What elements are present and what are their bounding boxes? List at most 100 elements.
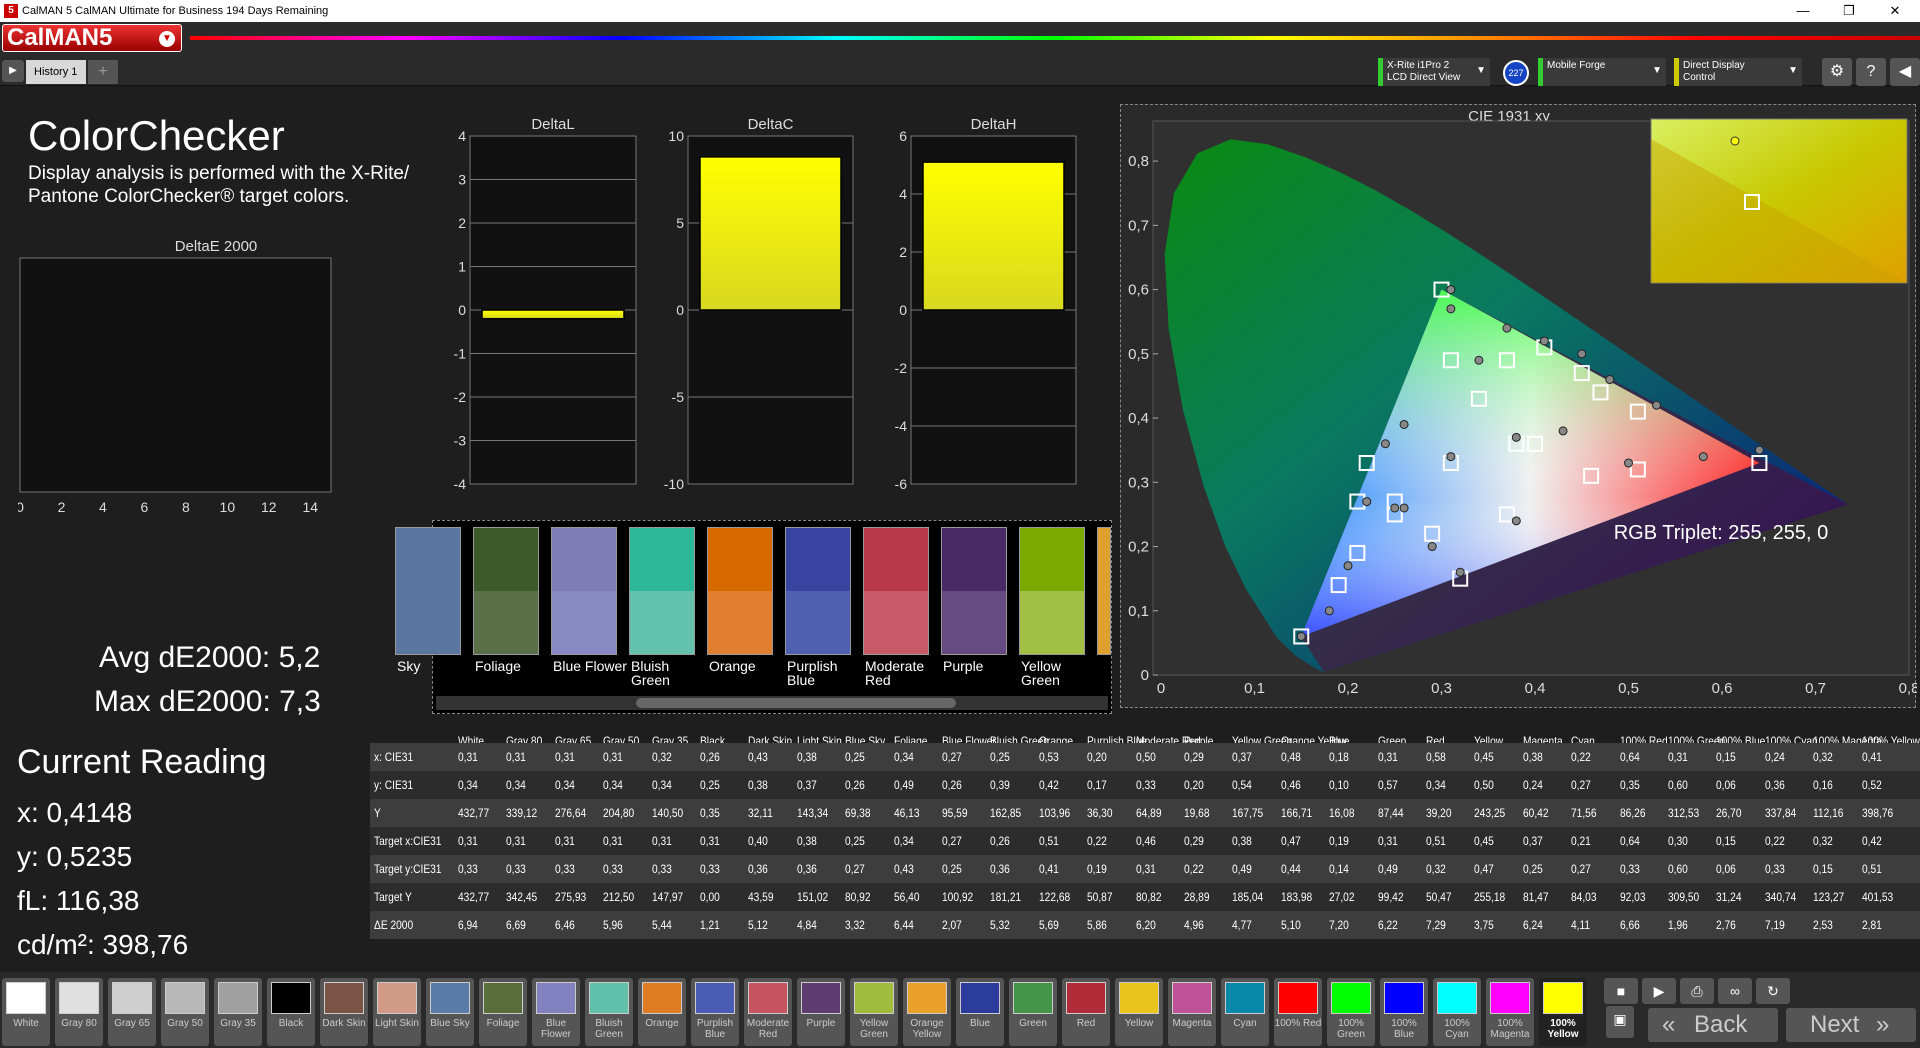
swatch-target	[864, 591, 928, 654]
bottom-swatch-button[interactable]: Gray 80	[55, 978, 103, 1046]
bottom-swatch-button[interactable]: Blue	[956, 978, 1004, 1046]
scrollbar-thumb[interactable]	[636, 698, 956, 708]
pause-icon[interactable]: ▣	[1606, 1006, 1634, 1038]
color-swatch[interactable]	[707, 527, 773, 655]
close-button[interactable]: ✕	[1872, 0, 1918, 22]
bottom-swatch-button[interactable]: Blue Flower	[532, 978, 580, 1046]
bottom-swatch-button[interactable]: 100% Blue	[1380, 978, 1428, 1046]
help-icon[interactable]: ?	[1856, 58, 1886, 86]
bottom-swatch-button[interactable]: Dark Skin	[320, 978, 368, 1046]
loop-icon[interactable]: ∞	[1718, 978, 1752, 1004]
color-swatch[interactable]	[1019, 527, 1085, 655]
swatch-scrollbar[interactable]	[436, 696, 1108, 710]
x-tick-label: 2	[58, 499, 66, 515]
table-cell: 143,34	[796, 806, 828, 820]
bottom-swatch-button[interactable]: Purplish Blue	[691, 978, 739, 1046]
meter-count-badge[interactable]: 227	[1503, 60, 1529, 86]
play-icon[interactable]: ▶	[2, 60, 24, 82]
display-selector[interactable]: Direct Display Control ▼	[1674, 58, 1802, 86]
table-cell: 95,59	[942, 806, 968, 820]
bottom-swatch-button[interactable]: Gray 50	[161, 978, 209, 1046]
cie-1931-chart: CIE 1931 xy 0 0,1 0,2 0,3 0,4 0,5 0,6 0,7 0,800,…	[1128, 108, 1919, 697]
swatch-label: Yellow Green	[1021, 658, 1061, 688]
color-swatch[interactable]	[629, 527, 695, 655]
save-icon[interactable]: ⎙	[1680, 978, 1714, 1004]
swatch-color	[1490, 982, 1530, 1014]
settings-gear-icon[interactable]: ⚙	[1822, 58, 1852, 86]
play-icon[interactable]: ▶	[1642, 978, 1676, 1004]
stop-icon[interactable]: ■	[1604, 978, 1638, 1004]
swatch-label: 100% Magenta	[1490, 1018, 1530, 1040]
bottom-swatch-button[interactable]: Gray 65	[108, 978, 156, 1046]
bottom-swatch-button[interactable]: Orange	[638, 978, 686, 1046]
add-tab-button[interactable]: +	[88, 60, 118, 84]
bottom-swatch-button[interactable]: Black	[267, 978, 315, 1046]
calman-logo-menu[interactable]: CalMAN5 ▼	[2, 24, 182, 52]
bottom-swatch-button[interactable]: Bluish Green	[585, 978, 633, 1046]
measured-point	[1446, 304, 1456, 314]
bottom-swatch-button[interactable]: 100% Green	[1327, 978, 1375, 1046]
y-tick-label: 0	[458, 302, 466, 318]
swatch-color	[6, 982, 46, 1014]
bottom-swatch-button[interactable]: 100% Magenta	[1486, 978, 1534, 1046]
bottom-swatch-button[interactable]: Yellow Green	[850, 978, 898, 1046]
x-tick-label: 0,3	[1431, 680, 1452, 697]
chart-title: DeltaC	[748, 116, 794, 133]
table-cell: 6,66	[1619, 918, 1640, 932]
bottom-swatch-button[interactable]: Blue Sky	[426, 978, 474, 1046]
table-cell: 0,29	[1184, 750, 1204, 764]
restore-button[interactable]: ❐	[1826, 0, 1872, 22]
bottom-swatch-button[interactable]: 100% Yellow	[1539, 978, 1587, 1046]
swatch-color	[1384, 982, 1424, 1014]
reading-y: y: 0,5235	[17, 841, 133, 872]
inset-measured-point	[1730, 136, 1740, 146]
table-cell: 0,35	[700, 806, 720, 820]
bottom-swatch-button[interactable]: Moderate Red	[744, 978, 792, 1046]
table-cell: 0,00	[700, 890, 720, 904]
y-tick-label: 0,6	[1128, 282, 1149, 299]
table-cell: 243,25	[1474, 806, 1506, 820]
swatch-target	[708, 591, 772, 654]
row-label: x: CIE31	[374, 750, 414, 764]
bottom-swatch-button[interactable]: Yellow	[1115, 978, 1163, 1046]
bottom-swatch-button[interactable]: 100% Cyan	[1433, 978, 1481, 1046]
bottom-swatch-button[interactable]: Gray 35	[214, 978, 262, 1046]
color-swatch[interactable]	[1097, 527, 1111, 655]
back-button[interactable]: « Back	[1648, 1008, 1778, 1042]
table-cell: 0,10	[1329, 778, 1350, 792]
collapse-icon[interactable]: ◀	[1890, 58, 1920, 86]
bottom-swatch-button[interactable]: Green	[1009, 978, 1057, 1046]
meter-selector[interactable]: X-Rite i1Pro 2 LCD Direct View ▼	[1378, 58, 1490, 86]
bottom-swatch-button[interactable]: Cyan	[1221, 978, 1269, 1046]
source-selector[interactable]: Mobile Forge ▼	[1538, 58, 1666, 86]
minimize-button[interactable]: —	[1780, 0, 1826, 22]
table-cell: 2,53	[1813, 918, 1834, 932]
swatch-measured	[786, 528, 850, 591]
color-swatch[interactable]	[863, 527, 929, 655]
bottom-swatch-button[interactable]: Red	[1062, 978, 1110, 1046]
color-swatch[interactable]	[785, 527, 851, 655]
color-swatch[interactable]	[395, 527, 461, 655]
bottom-swatch-button[interactable]: Magenta	[1168, 978, 1216, 1046]
bottom-swatch-button[interactable]: White	[2, 978, 50, 1046]
swatch-color	[59, 982, 99, 1014]
bottom-swatch-button[interactable]: 100% Red	[1274, 978, 1322, 1046]
color-swatch[interactable]	[473, 527, 539, 655]
swatch-measured	[1020, 528, 1084, 591]
bottom-swatch-button[interactable]: Orange Yellow	[903, 978, 951, 1046]
bottom-swatch-button[interactable]: Light Skin	[373, 978, 421, 1046]
meter-name: X-Rite i1Pro 2	[1387, 60, 1450, 71]
table-cell: 4,96	[1184, 918, 1204, 932]
color-swatch[interactable]	[551, 527, 617, 655]
bottom-swatch-button[interactable]: Purple	[797, 978, 845, 1046]
table-cell: 0,31	[700, 834, 720, 848]
tab-history[interactable]: History 1	[26, 60, 86, 84]
table-cell: 0,31	[506, 750, 527, 764]
next-button[interactable]: Next »	[1786, 1008, 1916, 1042]
swatch-measured	[708, 528, 772, 591]
color-swatch[interactable]	[941, 527, 1007, 655]
bottom-swatch-button[interactable]: Foliage	[479, 978, 527, 1046]
table-cell: 0,22	[1571, 750, 1592, 764]
refresh-icon[interactable]: ↻	[1756, 978, 1790, 1004]
table-cell: 81,47	[1522, 890, 1549, 904]
